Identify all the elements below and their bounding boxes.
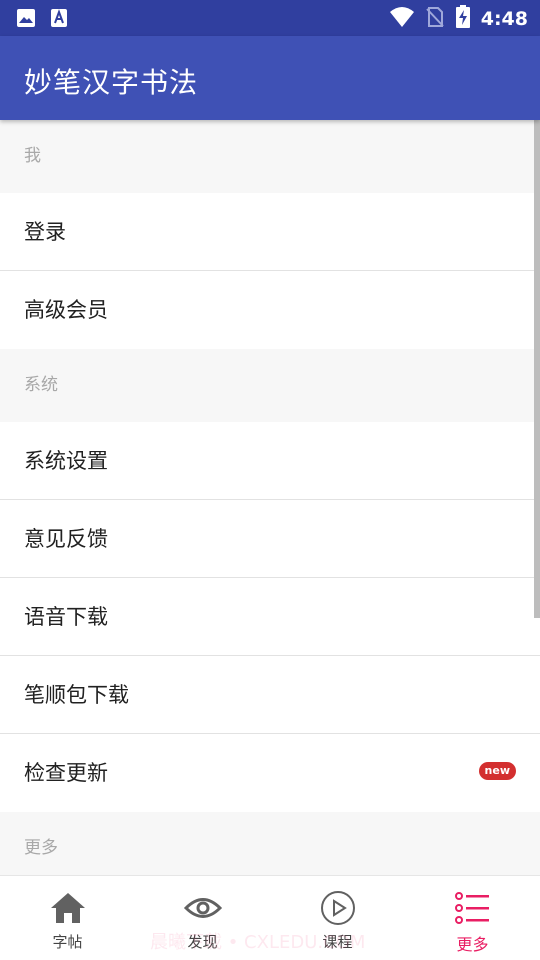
clock-time: 4:48 <box>480 8 528 30</box>
settings-list[interactable]: 我 登录 高级会员 系统 系统设置 意见反馈 语音下载 笔顺包下载 检查更新 n… <box>0 120 540 875</box>
premium-member-item[interactable]: 高级会员 <box>0 271 540 349</box>
eye-icon <box>183 889 222 927</box>
no-sim-icon <box>425 6 445 32</box>
home-icon <box>49 889 87 927</box>
status-bar: 4:48 <box>0 0 540 36</box>
wifi-icon <box>389 6 415 32</box>
section-header-system: 系统 <box>0 349 540 422</box>
app-bar: 妙笔汉字书法 <box>0 36 540 120</box>
nav-item-more[interactable]: 更多 <box>405 876 540 960</box>
feedback-item[interactable]: 意见反馈 <box>0 500 540 578</box>
nav-item-discover[interactable]: 发现 <box>135 876 270 960</box>
scrollbar[interactable] <box>534 120 540 618</box>
new-badge: new <box>478 762 516 780</box>
nav-label-more: 更多 <box>456 935 489 954</box>
section-header-me: 我 <box>0 120 540 193</box>
voice-download-item[interactable]: 语音下载 <box>0 578 540 656</box>
text-font-icon <box>50 8 68 32</box>
stroke-pack-download-item[interactable]: 笔顺包下载 <box>0 656 540 734</box>
section-header-more: 更多 <box>0 812 540 875</box>
play-circle-icon <box>319 889 357 927</box>
login-item[interactable]: 登录 <box>0 193 540 271</box>
nav-item-copybook[interactable]: 字帖 <box>0 876 135 960</box>
nav-label-discover: 发现 <box>187 933 218 951</box>
nav-item-courses[interactable]: 课程 <box>270 876 405 960</box>
bottom-nav: 字帖 发现 课程 更多 晨曦下载 • CXLEDU.COM <box>0 875 540 960</box>
check-update-label: 检查更新 <box>24 761 108 785</box>
app-title: 妙笔汉字书法 <box>24 66 199 99</box>
image-icon <box>16 8 36 32</box>
system-settings-item[interactable]: 系统设置 <box>0 422 540 500</box>
battery-charging-icon <box>455 5 471 33</box>
nav-label-courses: 课程 <box>322 933 353 951</box>
list-icon <box>454 889 492 927</box>
check-update-item[interactable]: 检查更新 new <box>0 734 540 812</box>
nav-label-copybook: 字帖 <box>52 933 83 951</box>
